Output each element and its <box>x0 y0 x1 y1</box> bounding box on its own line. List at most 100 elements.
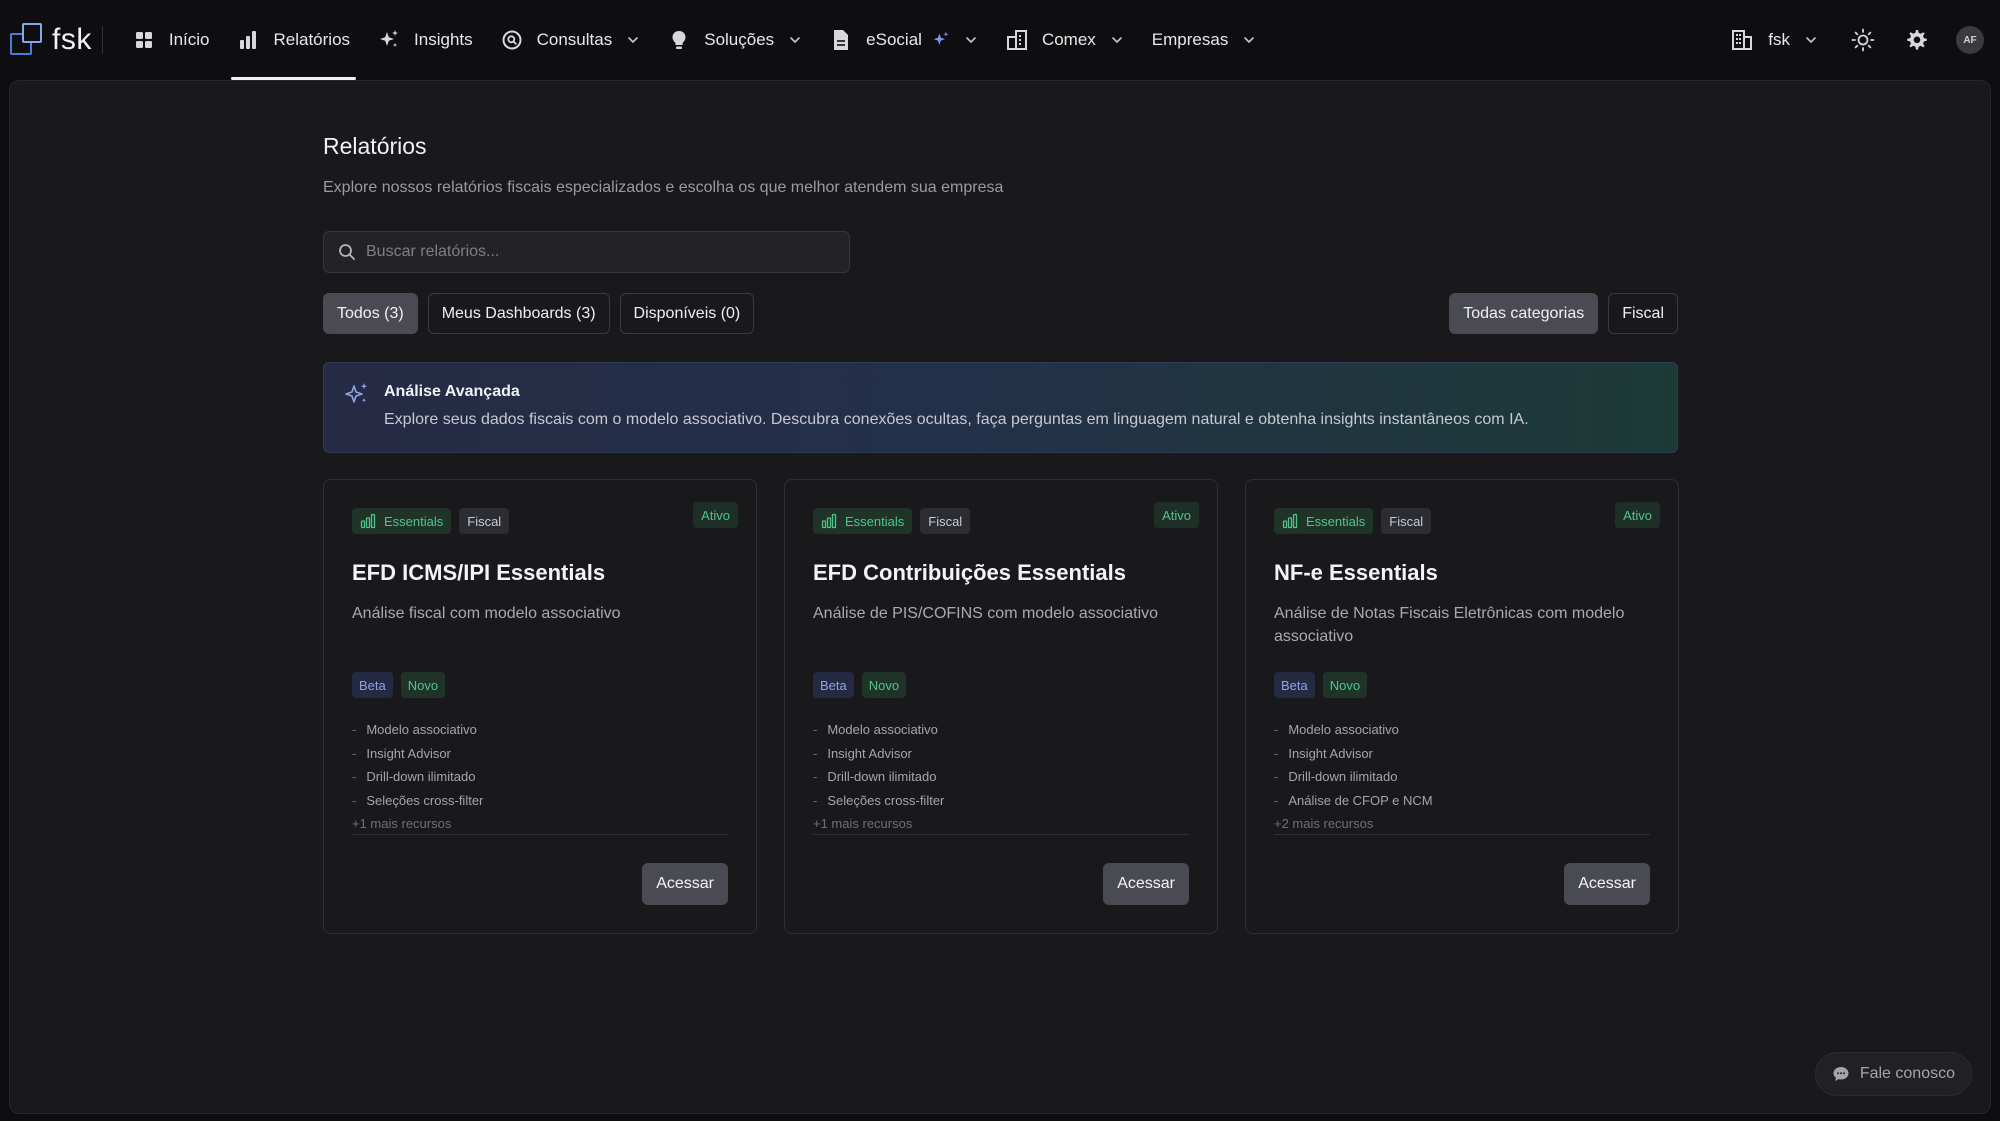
category-badge: Fiscal <box>1381 508 1432 534</box>
beta-tag: Beta <box>1274 672 1315 698</box>
more-features: +1 mais recursos <box>352 816 452 831</box>
feature-item: Insight Advisor <box>352 742 483 766</box>
document-icon <box>830 29 852 51</box>
chat-bubble-icon <box>1833 1067 1849 1081</box>
feature-item: Seleções cross-filter <box>352 789 483 813</box>
theme-toggle-button[interactable] <box>1848 25 1878 55</box>
nav-label: Consultas <box>536 30 613 49</box>
category-badge: Fiscal <box>459 508 510 534</box>
tab-meus-dashboards[interactable]: Meus Dashboards (3) <box>427 293 610 334</box>
nav-label: Soluções <box>704 30 775 49</box>
search-box[interactable] <box>323 231 850 273</box>
chevron-down-icon <box>1806 37 1816 44</box>
card-description: Análise fiscal com modelo associativo <box>352 605 621 622</box>
building-icon <box>1006 29 1028 51</box>
report-card-nfe[interactable]: Essentials Fiscal Ativo NF-e Essentials … <box>1245 479 1679 934</box>
grid-icon <box>133 29 155 51</box>
access-button[interactable]: Acessar <box>642 863 728 905</box>
company-icon <box>1732 30 1753 50</box>
chevron-down-icon <box>628 37 639 44</box>
feature-list: Modelo associativo Insight Advisor Drill… <box>352 718 483 812</box>
bar-chart-icon <box>1282 513 1298 529</box>
settings-button[interactable] <box>1902 25 1932 55</box>
report-cards: Essentials Fiscal Ativo EFD ICMS/IPI Ess… <box>323 479 1679 934</box>
nav-label: Relatórios <box>273 30 351 49</box>
feature-item: Modelo associativo <box>813 718 944 742</box>
nav-right: fsk AF <box>1730 0 2000 80</box>
page-subtitle: Explore nossos relatórios fiscais especi… <box>323 179 1004 196</box>
chevron-down-icon <box>1111 37 1122 44</box>
feature-item: Drill-down ilimitado <box>352 765 483 789</box>
tab-todos[interactable]: Todos (3) <box>323 293 418 334</box>
nav-item-empresas[interactable]: Empresas <box>1138 0 1271 80</box>
feature-item: Análise de CFOP e NCM <box>1274 789 1432 813</box>
more-features: +2 mais recursos <box>1274 816 1374 831</box>
category-fiscal[interactable]: Fiscal <box>1608 293 1678 334</box>
essentials-badge: Essentials <box>813 508 913 534</box>
feature-item: Drill-down ilimitado <box>1274 765 1433 789</box>
category-badge: Fiscal <box>920 508 971 534</box>
org-name: fsk <box>1768 30 1790 49</box>
more-features: +1 mais recursos <box>813 816 913 831</box>
contact-us-button[interactable]: Fale conosco <box>1814 1052 1972 1096</box>
access-button[interactable]: Acessar <box>1564 863 1650 905</box>
essentials-label: Essentials <box>384 513 444 529</box>
beta-tag: Beta <box>813 672 854 698</box>
nav-item-esocial[interactable]: eSocial <box>816 0 992 80</box>
novo-tag: Novo <box>861 672 907 698</box>
chevron-down-icon <box>1244 37 1255 44</box>
org-switcher[interactable]: fsk <box>1730 28 1818 52</box>
main-panel: Relatórios Explore nossos relatórios fis… <box>9 80 1991 1114</box>
feature-list: Modelo associativo Insight Advisor Drill… <box>1274 718 1433 813</box>
feature-item: Seleções cross-filter <box>813 789 944 813</box>
chevron-down-icon <box>966 37 976 44</box>
nav-label: Comex <box>1041 30 1096 49</box>
card-description: Análise de PIS/COFINS com modelo associa… <box>813 605 1159 622</box>
card-title: EFD Contribuições Essentials <box>813 560 1126 585</box>
nav-label: Empresas <box>1151 30 1229 49</box>
sun-icon <box>1851 28 1875 52</box>
nav-item-inicio[interactable]: Início <box>119 0 224 80</box>
card-title: EFD ICMS/IPI Essentials <box>352 560 606 585</box>
brand-logo[interactable]: fsk <box>10 0 92 80</box>
page-title: Relatórios <box>323 133 427 159</box>
report-card-efd-icms-ipi[interactable]: Essentials Fiscal Ativo EFD ICMS/IPI Ess… <box>323 479 757 934</box>
card-tags: Beta Novo <box>352 672 446 698</box>
search-circle-icon <box>501 29 523 51</box>
essentials-badge: Essentials <box>1274 508 1374 534</box>
nav-item-relatorios[interactable]: Relatórios <box>223 0 364 80</box>
nav-item-comex[interactable]: Comex <box>992 0 1138 80</box>
search-input[interactable] <box>366 243 826 261</box>
feature-item: Drill-down ilimitado <box>813 765 944 789</box>
report-card-efd-contribuicoes[interactable]: Essentials Fiscal Ativo EFD Contribuiçõe… <box>784 479 1218 934</box>
beta-tag: Beta <box>352 672 393 698</box>
nav-label: eSocial <box>866 30 922 49</box>
status-badge: Ativo <box>1615 502 1660 528</box>
nav-label: Início <box>168 30 210 49</box>
nav-item-consultas[interactable]: Consultas <box>487 0 655 80</box>
feature-item: Modelo associativo <box>352 718 483 742</box>
category-filters: Todas categorias Fiscal <box>1439 293 1678 334</box>
tab-disponiveis[interactable]: Disponíveis (0) <box>619 293 755 334</box>
feature-item: Modelo associativo <box>1274 718 1433 742</box>
ai-sparkle-icon <box>933 31 949 45</box>
category-todas[interactable]: Todas categorias <box>1449 293 1599 334</box>
advanced-analysis-banner: Análise Avançada Explore seus dados fisc… <box>323 362 1678 453</box>
novo-tag: Novo <box>400 672 446 698</box>
card-tags: Beta Novo <box>813 672 907 698</box>
sparkles-icon <box>378 29 400 51</box>
user-avatar[interactable]: AF <box>1956 26 1984 54</box>
contact-label: Fale conosco <box>1859 1065 1955 1082</box>
essentials-label: Essentials <box>845 513 905 529</box>
access-button[interactable]: Acessar <box>1103 863 1189 905</box>
logo-mark-icon <box>10 23 44 57</box>
card-divider <box>1274 834 1650 835</box>
card-tags: Beta Novo <box>1274 672 1368 698</box>
search-icon <box>339 244 355 260</box>
nav-item-insights[interactable]: Insights <box>364 0 487 80</box>
feature-item: Insight Advisor <box>1274 742 1433 766</box>
bar-chart-icon <box>821 513 837 529</box>
nav-item-solucoes[interactable]: Soluções <box>654 0 816 80</box>
banner-text: Explore seus dados fiscais com o modelo … <box>384 411 1529 428</box>
essentials-label: Essentials <box>1306 513 1366 529</box>
